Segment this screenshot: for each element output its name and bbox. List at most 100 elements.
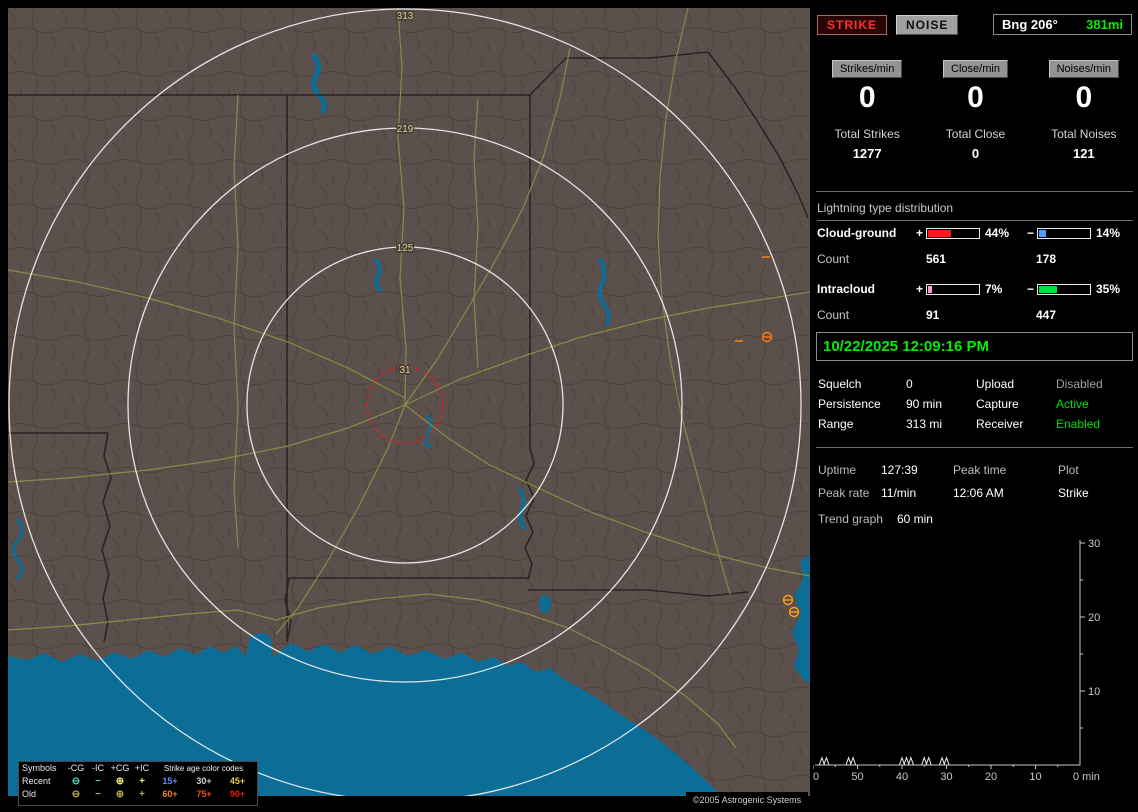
trend-header: Trend graph 60 min — [818, 512, 933, 526]
stats-row: Peak rate 11/min 12:06 AM Strike — [818, 481, 1133, 504]
cg-positive-count: 561 — [926, 252, 947, 266]
cg-negative-bar — [1037, 227, 1091, 239]
distribution-title: Lightning type distribution — [817, 201, 1133, 221]
upload-status: Disabled — [1056, 377, 1103, 391]
neg-cg-icon: ⊖ — [71, 788, 81, 800]
range-label-125: 125 — [397, 243, 414, 254]
age-code-75plus: 75+ — [196, 789, 212, 799]
map-legend: Symbols -CG -IC +CG +IC Strike age color… — [18, 761, 258, 806]
legend-row-label: Recent — [22, 776, 51, 786]
peak-time-label: Peak time — [953, 462, 1007, 477]
cloud-ground-label: Cloud-ground — [817, 226, 897, 240]
minus-sign: − — [1026, 282, 1034, 296]
neg-ic-icon: − — [95, 775, 101, 787]
trend-graph-label: Trend graph — [818, 512, 883, 526]
total-noises-value: 121 — [1072, 146, 1095, 161]
plus-sign: + — [915, 226, 923, 240]
close-per-min-column: Close/min 0 Total Close 0 — [921, 60, 1029, 161]
svg-text:30: 30 — [940, 771, 952, 783]
rate-counters: Strikes/min 0 Total Strikes 1277 Close/m… — [813, 60, 1138, 161]
svg-text:10: 10 — [1029, 771, 1041, 783]
close-per-min-label: Close/min — [943, 60, 1008, 78]
settings-row: Persistence 90 min Capture Active — [818, 394, 1133, 414]
legend-col-neg-ic: -IC — [92, 763, 104, 773]
range-label-313: 313 — [397, 11, 414, 22]
upload-label: Upload — [976, 377, 1015, 391]
settings-table: Squelch 0 Upload Disabled Persistence 90… — [818, 374, 1133, 434]
cg-positive-pct: 44% — [985, 226, 1010, 240]
svg-text:40: 40 — [896, 771, 908, 783]
uptime-value: 127:39 — [881, 462, 918, 477]
strikes-per-min-value: 0 — [858, 81, 876, 114]
cg-negative-pct: 14% — [1096, 226, 1121, 240]
svg-text:50: 50 — [851, 771, 863, 783]
pos-ic-icon: + — [139, 788, 145, 800]
cloud-ground-row: Cloud-ground + 44% − 14% — [817, 226, 1136, 240]
count-label: Count — [817, 308, 850, 322]
persistence-value: 90 min — [906, 397, 943, 411]
ic-negative-pct: 35% — [1096, 282, 1121, 296]
ic-positive-count: 91 — [926, 308, 940, 322]
cg-negative-count: 178 — [1036, 252, 1057, 266]
divider — [816, 447, 1133, 448]
trend-window-value: 60 min — [896, 512, 933, 526]
persistence-label: Persistence — [818, 397, 881, 411]
svg-text:20: 20 — [1088, 612, 1100, 624]
trend-graph: 30 20 10 60 50 40 30 20 10 0 min — [813, 538, 1100, 783]
age-code-45plus: 45+ — [229, 776, 246, 786]
total-noises-label: Total Noises — [1051, 127, 1117, 141]
total-close-label: Total Close — [945, 127, 1006, 141]
mode-toolbar: STRIKE NOISE Bng 206° 381mi — [817, 14, 1132, 35]
count-label: Count — [817, 252, 850, 266]
strike-mode-button[interactable]: STRIKE — [817, 14, 888, 35]
noises-per-min-value: 0 — [1075, 81, 1093, 114]
datetime-display: 10/22/2025 12:09:16 PM — [816, 332, 1133, 361]
plus-sign: + — [915, 282, 923, 296]
pos-ic-icon: + — [139, 775, 145, 787]
lightning-map[interactable]: 313 219 125 31 — [8, 8, 810, 796]
range-value: 313 mi — [906, 417, 943, 431]
receiver-label: Receiver — [976, 417, 1024, 431]
settings-row: Range 313 mi Receiver Enabled — [818, 414, 1133, 434]
stormvue-window: 313 219 125 31 Symbols -CG -IC +CG +IC S… — [0, 0, 1138, 812]
copyright: ©2005 Astrogenic Systems — [686, 792, 808, 807]
peak-rate-label: Peak rate — [818, 485, 870, 500]
svg-text:60: 60 — [813, 771, 819, 783]
uptime-stats: Uptime 127:39 Peak time Plot Peak rate 1… — [818, 458, 1133, 504]
neg-ic-icon: − — [95, 788, 101, 800]
ic-positive-bar — [926, 283, 980, 295]
age-code-30plus: 30+ — [196, 776, 212, 786]
legend-col-pos-cg: +CG — [110, 763, 130, 773]
noise-mode-button[interactable]: NOISE — [896, 14, 959, 35]
ic-positive-pct: 7% — [985, 282, 1003, 296]
intracloud-row: Intracloud + 7% − 35% — [817, 282, 1136, 296]
squelch-label: Squelch — [818, 377, 862, 391]
peak-rate-value: 11/min — [881, 485, 917, 500]
legend-age-title: Strike age color codes — [163, 764, 244, 773]
total-strikes-label: Total Strikes — [834, 127, 900, 141]
total-strikes-value: 1277 — [852, 146, 882, 161]
svg-text:10: 10 — [1088, 686, 1100, 698]
range-label: Range — [818, 417, 854, 431]
intracloud-count-row: Count 91 447 — [817, 308, 1056, 322]
stats-row: Uptime 127:39 Peak time Plot — [818, 458, 1133, 481]
ic-negative-count: 447 — [1036, 308, 1057, 322]
pos-cg-icon: ⊕ — [115, 775, 125, 787]
minus-sign: − — [1026, 226, 1034, 240]
age-code-60plus: 60+ — [162, 789, 178, 799]
legend-row-label: Old — [22, 789, 37, 799]
pos-cg-icon: ⊕ — [115, 788, 125, 800]
intracloud-label: Intracloud — [817, 282, 876, 296]
svg-text:20: 20 — [985, 771, 997, 783]
peak-time-value: 12:06 AM — [953, 485, 1004, 500]
age-code-15plus: 15+ — [162, 776, 178, 786]
strikes-per-min-label: Strikes/min — [831, 60, 903, 78]
legend-col-neg-cg: -CG — [67, 763, 85, 773]
range-label-219: 219 — [397, 124, 414, 135]
bearing-label: Bng 206° — [1002, 17, 1058, 32]
strikes-per-min-column: Strikes/min 0 Total Strikes 1277 — [813, 60, 921, 161]
legend-symbols-header: Symbols — [22, 763, 57, 773]
svg-text:0 min: 0 min — [1073, 771, 1100, 783]
capture-label: Capture — [976, 397, 1019, 411]
divider — [816, 191, 1133, 192]
